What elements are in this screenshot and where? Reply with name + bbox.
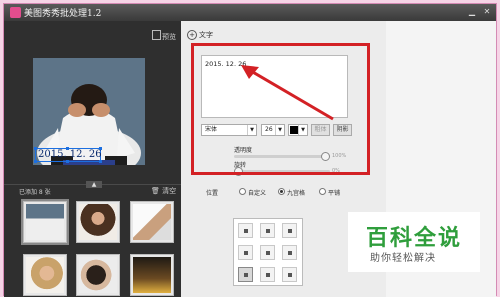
position-tile-radio[interactable] [319,188,326,195]
grid-cell-middle-right[interactable] [282,245,297,260]
grid-cell-middle-left[interactable] [238,245,253,260]
minimize-icon[interactable]: ▁ [466,7,478,17]
resize-handle[interactable] [99,147,102,150]
resize-handle[interactable] [34,147,37,150]
annotation-arrow-icon [241,65,334,121]
grid-cell-bottom-right[interactable] [282,267,297,282]
watermark-subtitle: 助你轻松解决 [370,253,436,264]
thumbnail-image [26,204,64,240]
resize-handle[interactable] [66,160,69,163]
thumbnail[interactable] [76,201,120,243]
clear-label: 清空 [162,187,177,195]
watermark-title: 百科全说 [366,226,463,251]
resize-handle[interactable] [66,147,69,150]
thumbnail[interactable] [21,199,69,245]
grid-cell-top-right[interactable] [282,223,297,238]
thumbnail[interactable] [23,254,67,296]
position-grid-radio[interactable] [278,188,285,195]
section-title: 文字 [199,31,213,39]
watermark: 百科全说 助你轻松解决 [348,212,480,272]
thumbnail-image [26,257,64,293]
left-panel: 预览 2015. 12. 26 ▲ 已添加 8 张 🗑 清空 [4,21,181,297]
position-grid [233,218,303,286]
added-count-label: 已添加 8 张 [19,189,51,196]
grid-cell-top-center[interactable] [260,223,275,238]
grid-cell-bottom-center[interactable] [260,267,275,282]
grid-cell-top-left[interactable] [238,223,253,238]
close-icon[interactable]: ✕ [481,7,493,17]
title-bar: 美图秀秀批处理1.2 ▁ ✕ [4,4,496,21]
collapse-button[interactable]: ▲ [86,181,102,188]
position-label: 位置 [206,190,219,197]
resize-handle[interactable] [34,160,37,163]
window-title: 美图秀秀批处理1.2 [24,9,102,19]
preview-button[interactable]: 预览 [152,30,176,42]
thumbnail-image [79,257,117,293]
grid-cell-bottom-left[interactable] [238,267,253,282]
position-custom-label: 自定义 [248,190,267,197]
preview-icon [152,30,161,40]
thumbnail-image [133,257,171,293]
preview-label: 预览 [162,33,176,41]
add-text-icon: + [187,30,197,40]
grid-cell-center[interactable] [260,245,275,260]
app-logo-icon [10,7,21,18]
position-tile-label: 平铺 [328,190,341,197]
position-grid-label: 九宫格 [287,190,306,197]
thumbnail[interactable] [130,201,174,243]
section-header[interactable]: + 文字 [187,30,213,40]
thumbnail[interactable] [130,254,174,296]
thumbnail-image [133,204,171,240]
clear-button[interactable]: 🗑 清空 [151,186,176,196]
position-custom-radio[interactable] [239,188,246,195]
resize-handle[interactable] [99,160,102,163]
thumbnail-image [79,204,117,240]
thumbnail[interactable] [76,254,120,296]
